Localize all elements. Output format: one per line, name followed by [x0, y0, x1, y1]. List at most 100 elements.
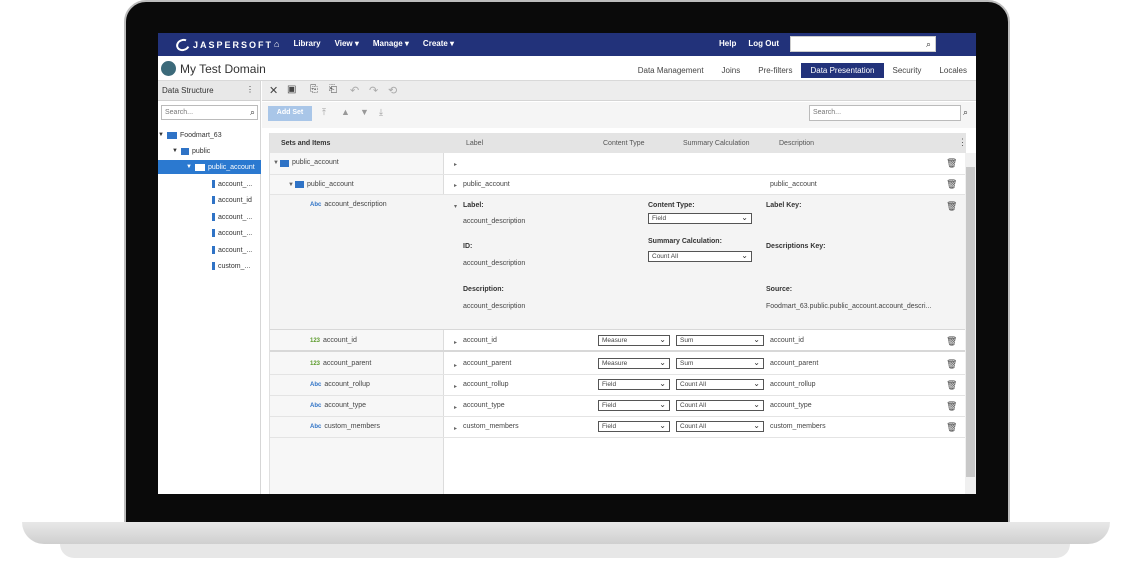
id-value[interactable]: account_description	[463, 260, 525, 267]
items-search-input[interactable]: Search...	[809, 105, 961, 121]
content-type-select[interactable]: Measure ⌄	[598, 335, 670, 346]
summary-select[interactable]: Count All ⌄	[676, 421, 764, 432]
collapse-caret-icon[interactable]: ▾	[454, 203, 457, 210]
undo-all-icon[interactable]: ⟲	[388, 84, 397, 97]
description-value[interactable]: account_description	[463, 303, 525, 310]
chevron-down-icon: ⌄	[659, 421, 666, 430]
column-icon	[212, 213, 215, 221]
tree-node-foodmart[interactable]: ▼ Foodmart_63	[158, 128, 261, 142]
search-icon[interactable]: ⌕	[250, 107, 255, 118]
expand-caret-icon[interactable]: ▸	[454, 182, 457, 189]
grid-menu-icon[interactable]: ⋮	[958, 137, 967, 148]
expand-caret-icon[interactable]: ▼	[186, 164, 192, 170]
set-row[interactable]: ▼ public_account ▸ 🗑	[270, 153, 966, 175]
tree-node-public-account[interactable]: ▼ public_account	[158, 160, 261, 174]
export-icon[interactable]: ⎘	[310, 84, 318, 95]
expand-caret-icon[interactable]: ▸	[454, 383, 457, 390]
trash-icon[interactable]: 🗑	[946, 336, 957, 347]
content-type-select[interactable]: Field ⌄	[598, 421, 670, 432]
tree-node-column[interactable]: account_...	[212, 210, 252, 224]
subset-row[interactable]: ▼ public_account ▸ public_account public…	[270, 175, 966, 195]
expand-caret-icon[interactable]: ▼	[273, 160, 279, 166]
expand-caret-icon[interactable]: ▼	[158, 132, 164, 138]
trash-icon[interactable]: 🗑	[946, 158, 957, 169]
editor-toolbar: ✕ ▣ ⎘ ⎗ ↶ ↷ ⟲	[262, 81, 976, 101]
expand-caret-icon[interactable]: ▼	[288, 182, 294, 188]
add-set-button[interactable]: Add Set	[268, 106, 312, 121]
summary-select[interactable]: Sum ⌄	[676, 358, 764, 369]
trash-icon[interactable]: 🗑	[946, 201, 957, 212]
item-name: account_type	[324, 402, 366, 409]
summary-select[interactable]: Count All ⌄	[648, 251, 752, 262]
item-row[interactable]: Abc account_type ▸ account_type Field ⌄ Co…	[270, 396, 966, 417]
summary-select[interactable]: Count All ⌄	[676, 400, 764, 411]
search-icon[interactable]: ⌕	[963, 107, 968, 118]
main-nav: ⌂ Library View ▾ Manage ▾ Create ▾	[274, 39, 454, 49]
trash-icon[interactable]: 🗑	[946, 401, 957, 412]
tab-data-presentation[interactable]: Data Presentation	[801, 63, 884, 78]
tab-locales[interactable]: Locales	[930, 63, 976, 78]
trash-icon[interactable]: 🗑	[946, 422, 957, 433]
move-to-bottom-icon[interactable]: ⤓	[379, 107, 383, 118]
expand-caret-icon[interactable]: ▸	[454, 161, 457, 168]
expand-caret-icon[interactable]: ▸	[454, 404, 457, 411]
item-row[interactable]: 123 account_id ▸ account_id Measure ⌄ Sum ⌄…	[270, 331, 966, 352]
content-type-select[interactable]: Measure ⌄	[598, 358, 670, 369]
grid-scrollbar[interactable]	[965, 153, 976, 494]
search-icon[interactable]: ⌕	[926, 39, 931, 50]
move-up-icon[interactable]: ▲	[341, 107, 350, 117]
tree-node-column[interactable]: account_id	[212, 193, 252, 207]
item-row[interactable]: Abc account_rollup ▸ account_rollup Field…	[270, 375, 966, 396]
grid-header: Sets and Items Label Content Type Summar…	[270, 133, 967, 153]
expand-caret-icon[interactable]: ▸	[454, 362, 457, 369]
logout-link[interactable]: Log Out	[748, 39, 779, 48]
column-header-description: Description	[779, 140, 815, 147]
expand-caret-icon[interactable]: ▼	[172, 148, 178, 154]
tab-joins[interactable]: Joins	[713, 63, 750, 78]
tree-search-input[interactable]: Search... ⌕	[161, 105, 258, 120]
content-type-select[interactable]: Field ⌄	[648, 213, 752, 224]
panel-menu-icon[interactable]: ⋮	[246, 85, 254, 94]
tree-node-column[interactable]: account_...	[212, 226, 252, 240]
move-down-icon[interactable]: ▼	[360, 107, 369, 117]
summary-select[interactable]: Sum ⌄	[676, 335, 764, 346]
nav-library[interactable]: Library	[293, 39, 320, 49]
save-icon[interactable]: ▣	[287, 84, 296, 95]
import-icon[interactable]: ⎗	[329, 84, 337, 95]
global-search-input[interactable]: ⌕	[790, 36, 936, 52]
tab-data-management[interactable]: Data Management	[629, 63, 713, 78]
label-value[interactable]: account_description	[463, 218, 525, 225]
nav-manage[interactable]: Manage ▾	[373, 39, 409, 49]
chevron-down-icon: ⌄	[753, 358, 760, 367]
nav-view[interactable]: View ▾	[335, 39, 359, 49]
jaspersoft-logo[interactable]: JASPERSOFT	[174, 36, 273, 54]
tab-pre-filters[interactable]: Pre-filters	[749, 63, 801, 78]
expand-caret-icon[interactable]: ▸	[454, 339, 457, 346]
summary-select[interactable]: Count All ⌄	[676, 379, 764, 390]
trash-icon[interactable]: 🗑	[946, 359, 957, 370]
field-type-badge: Abc	[310, 202, 322, 208]
item-name: custom_members	[324, 423, 380, 430]
undo-icon[interactable]: ↶	[350, 84, 359, 97]
item-name: account_id	[323, 337, 357, 344]
tree-node-column[interactable]: account_...	[212, 243, 252, 257]
redo-icon[interactable]: ↷	[369, 84, 378, 97]
close-icon[interactable]: ✕	[269, 84, 278, 97]
tree-node-column[interactable]: account_...	[212, 177, 252, 191]
trash-icon[interactable]: 🗑	[946, 380, 957, 391]
tab-security[interactable]: Security	[884, 63, 931, 78]
set-icon	[280, 160, 289, 167]
content-type-select[interactable]: Field ⌄	[598, 400, 670, 411]
item-row[interactable]: 123 account_parent ▸ account_parent Measu…	[270, 354, 966, 375]
tree-node-column[interactable]: custom_...	[212, 259, 250, 273]
move-to-top-icon[interactable]: ⤒	[322, 107, 326, 118]
expand-caret-icon[interactable]: ▸	[454, 425, 457, 432]
home-icon[interactable]: ⌂	[274, 39, 279, 49]
tree-node-public[interactable]: ▼ public	[172, 144, 210, 158]
help-link[interactable]: Help	[719, 39, 736, 48]
content-type-select[interactable]: Field ⌄	[598, 379, 670, 390]
scrollbar-thumb[interactable]	[966, 167, 975, 477]
nav-create[interactable]: Create ▾	[423, 39, 454, 49]
item-row[interactable]: Abc custom_members ▸ custom_members Field…	[270, 417, 966, 438]
trash-icon[interactable]: 🗑	[946, 179, 957, 190]
